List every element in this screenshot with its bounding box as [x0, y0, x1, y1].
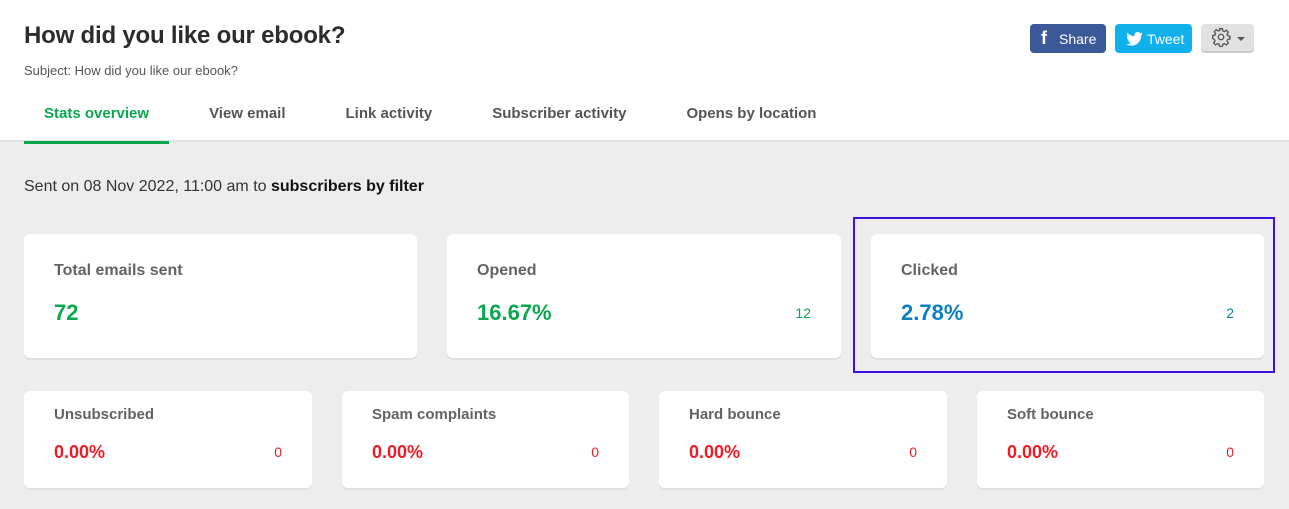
stat-label: Hard bounce	[689, 406, 781, 423]
stat-count: 0	[1226, 444, 1234, 460]
chevron-down-icon	[1236, 36, 1245, 41]
stat-label: Total emails sent	[54, 262, 183, 279]
stat-card-unsubscribed[interactable]: Unsubscribed 0.00% 0	[24, 391, 312, 488]
stat-percent: 2.78%	[901, 300, 964, 325]
tab-view-email[interactable]: View email	[189, 96, 305, 142]
share-label: Share	[1059, 30, 1097, 47]
stat-percent: 0.00%	[689, 442, 741, 462]
tab-link-activity[interactable]: Link activity	[326, 96, 453, 142]
stat-count: 0	[591, 444, 599, 460]
email-subject: Subject: How did you like our ebook?	[24, 63, 238, 78]
stat-percent: 0.00%	[372, 442, 424, 462]
stat-label: Opened	[477, 262, 537, 279]
facebook-icon: f	[1041, 28, 1047, 48]
sent-date-text: Sent on 08 Nov 2022, 11:00 am to	[24, 178, 271, 195]
sent-info: Sent on 08 Nov 2022, 11:00 am to subscri…	[24, 178, 424, 196]
page-header: How did you like our ebook? Subject: How…	[0, 0, 1289, 144]
stat-count: 0	[274, 444, 282, 460]
stat-label: Spam complaints	[372, 406, 497, 423]
stat-card-total-sent: Total emails sent 72	[24, 234, 417, 358]
stat-label: Clicked	[901, 262, 958, 279]
stat-value: 72	[54, 300, 79, 325]
facebook-share-button[interactable]: f Share	[1030, 24, 1106, 53]
stats-tabs: Stats overview View email Link activity …	[24, 96, 856, 144]
page-title: How did you like our ebook?	[24, 22, 346, 49]
twitter-bird-icon	[1126, 31, 1143, 46]
stat-label: Unsubscribed	[54, 406, 155, 423]
settings-dropdown-button[interactable]	[1201, 24, 1254, 53]
stat-percent: 16.67%	[477, 300, 552, 325]
stat-card-clicked[interactable]: Clicked 2.78% 2	[871, 234, 1264, 358]
stat-card-hard-bounce[interactable]: Hard bounce 0.00% 0	[659, 391, 947, 488]
sent-target: subscribers by filter	[270, 178, 424, 195]
stat-count: 0	[909, 444, 917, 460]
tweet-label: Tweet	[1147, 30, 1185, 47]
tab-opens-by-location[interactable]: Opens by location	[666, 96, 836, 142]
header-actions: f Share Tweet	[1030, 24, 1254, 53]
stat-card-spam-complaints[interactable]: Spam complaints 0.00% 0	[342, 391, 629, 488]
gear-icon	[1211, 27, 1231, 50]
stat-card-opened[interactable]: Opened 16.67% 12	[447, 234, 841, 358]
tab-subscriber-activity[interactable]: Subscriber activity	[472, 96, 646, 142]
tab-stats-overview[interactable]: Stats overview	[24, 96, 170, 144]
twitter-tweet-button[interactable]: Tweet	[1115, 24, 1192, 53]
stat-card-soft-bounce[interactable]: Soft bounce 0.00% 0	[977, 391, 1264, 488]
stat-count: 2	[1226, 305, 1234, 321]
stat-percent: 0.00%	[1007, 442, 1059, 462]
stat-count: 12	[795, 305, 811, 321]
stat-percent: 0.00%	[54, 442, 106, 462]
stat-label: Soft bounce	[1007, 406, 1094, 423]
